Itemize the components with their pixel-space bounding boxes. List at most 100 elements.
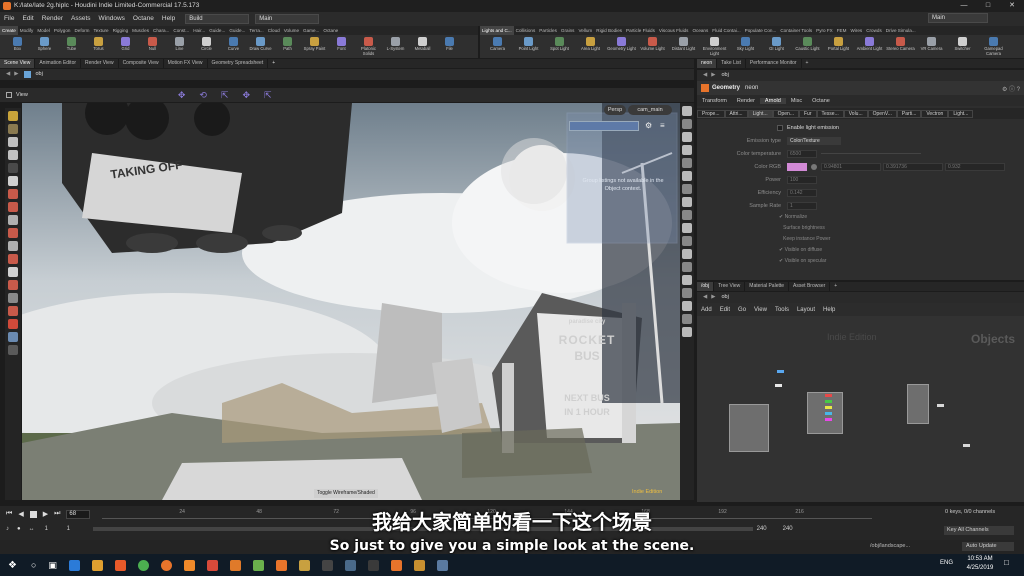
tab-performance-monitor[interactable]: Performance Monitor <box>746 59 802 68</box>
maximize-button[interactable]: □ <box>976 0 1000 12</box>
check-visible-diffuse[interactable]: ✔ Visible on diffuse <box>779 247 1024 258</box>
shelf-right-tool-10[interactable]: Caustic Light <box>792 35 823 58</box>
color-b-field[interactable]: 0.932 <box>945 162 1005 171</box>
tab-composite-view[interactable]: Composite View <box>119 59 164 68</box>
subtab-light2[interactable]: Light... <box>948 109 974 118</box>
shelf-right-tool-12[interactable]: Ambient Light <box>854 35 885 58</box>
app-c-icon[interactable] <box>206 559 218 571</box>
shelf-left-tool-8[interactable]: Curve <box>220 35 247 58</box>
camera-tool-icon[interactable] <box>8 332 18 342</box>
shelf-tab-populate[interactable]: Populate Con... <box>743 26 779 35</box>
ghost-icon[interactable] <box>682 158 692 168</box>
shelf-left-tool-2[interactable]: Tube <box>58 35 85 58</box>
node-name-field[interactable]: neon <box>745 85 758 91</box>
shelf-right-tool-3[interactable]: Area Light <box>575 35 606 58</box>
subtab-attributes[interactable]: Attri... <box>724 109 748 118</box>
color-g-field[interactable]: 0.391736 <box>883 162 943 171</box>
tab-tree-view[interactable]: Tree View <box>714 282 746 291</box>
color-temp-slider[interactable] <box>821 153 921 154</box>
node-magenta[interactable] <box>825 418 832 421</box>
network-node-box-1[interactable] <box>729 404 769 452</box>
shelf-right-tool-6[interactable]: Distant Light <box>668 35 699 58</box>
app-dark-icon[interactable] <box>367 559 379 571</box>
color-temp-field[interactable]: 6500 <box>787 149 817 158</box>
snap-grid-icon[interactable] <box>8 189 18 199</box>
vlc-player-icon[interactable] <box>183 559 195 571</box>
app-blue-icon[interactable] <box>344 559 356 571</box>
shelf-tab-create[interactable]: Create <box>0 26 18 35</box>
tab-render[interactable]: Render <box>732 98 760 104</box>
shelf-tab-const[interactable]: Const... <box>171 26 191 35</box>
node-white[interactable] <box>775 384 782 387</box>
camera-menu[interactable]: cam_main <box>628 105 672 115</box>
node-green[interactable] <box>825 400 832 403</box>
add-tab-icon[interactable]: + <box>268 59 279 68</box>
visibility-icon[interactable] <box>682 171 692 181</box>
shelf-tab-game[interactable]: Game... <box>301 26 321 35</box>
shelf-tab-terra[interactable]: Terra... <box>247 26 265 35</box>
main-desktop-select[interactable]: Main <box>255 14 320 24</box>
display-options-icon[interactable] <box>682 106 692 116</box>
rotate-tool-icon[interactable] <box>8 137 18 147</box>
network-menu-layout[interactable]: Layout <box>793 307 819 313</box>
menu-render[interactable]: Render <box>38 12 67 26</box>
shelf-right-tool-16[interactable]: Gamepad Camera <box>978 35 1009 58</box>
emission-type-select[interactable]: Color/Texture <box>787 136 841 145</box>
brave-browser-icon[interactable] <box>114 559 126 571</box>
clock-time[interactable]: 10:53 AM <box>964 556 996 562</box>
shelf-left-tool-7[interactable]: Circle <box>193 35 220 58</box>
pose-handle-icon[interactable]: ✥ <box>242 90 250 101</box>
tab-neon[interactable]: neon <box>697 59 718 68</box>
settings-tool-icon[interactable] <box>8 345 18 355</box>
shelf-tab-vellum[interactable]: Vellum <box>576 26 594 35</box>
network-menu-edit[interactable]: Edit <box>716 307 734 313</box>
background-icon[interactable] <box>682 236 692 246</box>
select-tool-icon[interactable] <box>8 111 18 121</box>
grid-display-icon[interactable] <box>682 223 692 233</box>
subtab-vectron[interactable]: Vectron <box>921 109 949 118</box>
point-display-icon[interactable] <box>682 184 692 194</box>
efficiency-field[interactable]: 0.142 <box>787 188 817 197</box>
network-menu-go[interactable]: Go <box>734 307 750 313</box>
layer-icon[interactable] <box>8 241 18 251</box>
safe-area-icon[interactable] <box>682 262 692 272</box>
params-path[interactable]: obj <box>721 70 728 81</box>
pin-icon[interactable] <box>6 92 12 98</box>
network-path[interactable]: obj <box>721 292 728 303</box>
normal-display-icon[interactable] <box>682 197 692 207</box>
shelf-tab-chara[interactable]: Chara... <box>151 26 171 35</box>
shelf-left-tool-15[interactable]: Metaball <box>409 35 436 58</box>
shelf-right-tool-0[interactable]: Camera <box>482 35 513 58</box>
shelf-tab-deform[interactable]: Deform <box>72 26 91 35</box>
shelf-left-tool-4[interactable]: Grid <box>112 35 139 58</box>
stereo-icon[interactable] <box>682 301 692 311</box>
houdini-task-icon-2[interactable] <box>390 559 402 571</box>
app-image-icon[interactable] <box>436 559 448 571</box>
paint-icon[interactable] <box>8 293 18 303</box>
link-icon[interactable] <box>682 314 692 324</box>
shelf-left-tool-1[interactable]: Sphere <box>31 35 58 58</box>
subtab-properties[interactable]: Prope... <box>697 109 725 118</box>
shelf-right-tool-7[interactable]: Environment Light <box>699 35 730 58</box>
snap-point-icon[interactable] <box>8 228 18 238</box>
shelf-tab-muscles[interactable]: Muscles <box>130 26 151 35</box>
subtab-volume[interactable]: Volu... <box>843 109 868 118</box>
subtab-particles[interactable]: Parti... <box>896 109 922 118</box>
tab-arnold[interactable]: Arnold <box>759 97 786 104</box>
shelf-right-tool-15[interactable]: Switcher <box>947 35 978 58</box>
shelf-left-tool-10[interactable]: Path <box>274 35 301 58</box>
add-network-tab-icon[interactable]: + <box>830 282 841 291</box>
app-gray-icon[interactable] <box>321 559 333 571</box>
params-forward-icon[interactable]: ▶ <box>711 70 715 81</box>
clock-date[interactable]: 4/25/2019 <box>964 565 996 571</box>
check-surface-brightness[interactable]: Surface brightness <box>779 225 1024 236</box>
drag-icon[interactable] <box>8 306 18 316</box>
shelf-tab-lights[interactable]: Lights and C... <box>480 26 514 35</box>
tab-motion-fx-view[interactable]: Motion FX View <box>164 59 208 68</box>
record-icon[interactable] <box>8 254 18 264</box>
network-forward-icon[interactable]: ▶ <box>711 292 715 303</box>
add-param-tab-icon[interactable]: + <box>802 59 813 68</box>
light-color-swatch[interactable] <box>787 162 807 171</box>
shelf-tab-polygon[interactable]: Polygon <box>52 26 73 35</box>
scene-path[interactable]: obj <box>35 69 42 80</box>
